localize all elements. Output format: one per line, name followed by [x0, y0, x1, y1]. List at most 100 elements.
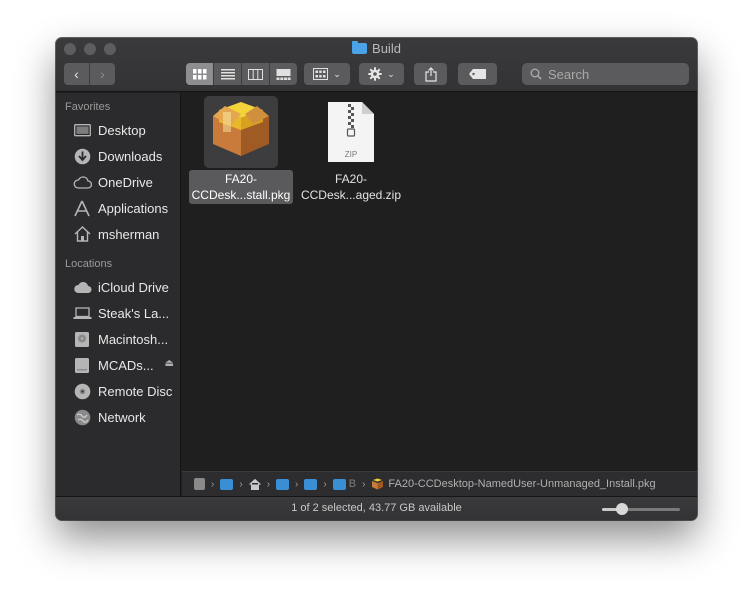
- sidebar-item-msherman[interactable]: msherman: [56, 221, 180, 247]
- desktop-icon: [72, 121, 92, 139]
- file-thumbnail: [204, 96, 278, 168]
- navigation-buttons: ‹ ›: [64, 63, 115, 85]
- search-icon: [530, 68, 542, 80]
- path-separator: ›: [266, 478, 271, 490]
- arrange-icon: [313, 68, 329, 80]
- sidebar-item-label: MCADs...: [98, 357, 154, 373]
- path-file[interactable]: FA20-CCDesktop-NamedUser-Unmanaged_Insta…: [371, 478, 656, 490]
- file-name-label: FA20- CCDesk...aged.zip: [298, 170, 404, 204]
- file-item-pkg[interactable]: FA20- CCDesk...stall.pkg: [186, 96, 296, 204]
- gallery-view-button[interactable]: [270, 63, 297, 85]
- icon-view-button[interactable]: [186, 63, 214, 85]
- path-truncated-label: B: [348, 478, 357, 490]
- sidebar-heading-locations: Locations: [65, 258, 113, 270]
- share-button[interactable]: [414, 63, 447, 85]
- downloads-icon: [72, 147, 92, 165]
- path-folder-build[interactable]: B: [332, 478, 357, 490]
- sidebar: Favorites Desktop Downloads OneDrive App…: [56, 93, 181, 496]
- path-file-label: FA20-CCDesktop-NamedUser-Unmanaged_Insta…: [388, 478, 656, 490]
- sidebar-item-mcads[interactable]: MCADs... ⏏: [56, 352, 180, 378]
- status-text: 1 of 2 selected, 43.77 GB available: [291, 502, 462, 514]
- path-separator: ›: [362, 478, 366, 490]
- path-separator: ›: [211, 478, 215, 490]
- chevron-down-icon: ⌄: [333, 68, 341, 79]
- view-mode-selector: [186, 63, 297, 85]
- chevron-down-icon: ⌄: [387, 68, 395, 79]
- sidebar-item-label: Steak's La...: [98, 305, 170, 321]
- hard-drive-icon: [72, 330, 92, 348]
- group-by-button[interactable]: ⌄: [304, 63, 350, 85]
- gear-icon: [368, 67, 382, 81]
- path-separator: ›: [239, 478, 243, 490]
- file-item-zip[interactable]: ZIP FA20- CCDesk...aged.zip: [296, 96, 406, 204]
- list-view-icon: [220, 68, 235, 79]
- path-disk-icon[interactable]: [194, 478, 205, 490]
- home-icon: [72, 225, 92, 243]
- sidebar-item-label: Macintosh...: [98, 331, 169, 347]
- applications-icon: [72, 199, 92, 217]
- sidebar-heading-favorites: Favorites: [65, 101, 111, 113]
- window-title: Build: [56, 41, 697, 56]
- file-name-line1: FA20-: [334, 172, 367, 186]
- tag-icon: [468, 69, 486, 79]
- zip-file-icon: ZIP: [328, 102, 374, 162]
- window-title-text: Build: [372, 41, 401, 56]
- path-folder-icon[interactable]: [304, 478, 318, 490]
- sidebar-item-label: Applications: [98, 200, 169, 216]
- list-view-button[interactable]: [214, 63, 242, 85]
- icon-view-icon: [192, 68, 206, 79]
- file-name-label: FA20- CCDesk...stall.pkg: [188, 170, 294, 204]
- eject-icon[interactable]: ⏏: [165, 358, 174, 369]
- sidebar-item-icloud-drive[interactable]: iCloud Drive: [56, 274, 180, 300]
- path-folder-icon[interactable]: [276, 478, 290, 490]
- status-bar: 1 of 2 selected, 43.77 GB available: [56, 496, 697, 520]
- sidebar-item-remote-disc[interactable]: Remote Disc: [56, 378, 180, 404]
- disc-icon: [72, 382, 92, 400]
- file-browser-area[interactable]: FA20- CCDesk...stall.pkg ZIP FA20- CCDes…: [182, 93, 697, 471]
- package-icon: [213, 102, 269, 156]
- forward-button[interactable]: ›: [90, 63, 115, 85]
- sidebar-item-label: msherman: [98, 226, 160, 242]
- column-view-button[interactable]: [242, 63, 270, 85]
- file-name-line1: FA20-: [224, 172, 257, 186]
- sidebar-item-label: OneDrive: [98, 174, 153, 190]
- search-field[interactable]: [522, 63, 689, 85]
- sidebar-item-desktop[interactable]: Desktop: [56, 117, 180, 143]
- path-home-icon[interactable]: [248, 478, 261, 490]
- sidebar-item-label: Remote Disc: [98, 383, 173, 399]
- path-bar: › › › › › B › FA20-CCDesktop-NamedUser-U…: [182, 471, 697, 496]
- sidebar-item-label: Downloads: [98, 148, 163, 164]
- sidebar-item-downloads[interactable]: Downloads: [56, 143, 180, 169]
- file-thumbnail: ZIP: [314, 96, 388, 168]
- path-separator: ›: [295, 478, 299, 490]
- cloud-icon: [72, 173, 92, 191]
- sidebar-item-laptop[interactable]: Steak's La...: [56, 300, 180, 326]
- sidebar-item-label: Desktop: [98, 122, 146, 138]
- sidebar-item-label: Network: [98, 409, 146, 425]
- titlebar: Build ‹ › ⌄ ⌄ Search: [56, 38, 697, 92]
- network-icon: [72, 408, 92, 426]
- gallery-view-icon: [276, 68, 291, 80]
- package-icon: [372, 478, 384, 490]
- slider-knob[interactable]: [615, 503, 628, 515]
- back-button[interactable]: ‹: [64, 63, 89, 85]
- action-menu-button[interactable]: ⌄: [359, 63, 404, 85]
- file-name-line2: CCDesk...stall.pkg: [191, 188, 291, 202]
- path-folder-icon[interactable]: [220, 478, 234, 490]
- icon-size-slider[interactable]: [602, 503, 680, 515]
- edit-tags-button[interactable]: [458, 63, 497, 85]
- folder-icon: [352, 41, 368, 54]
- search-input[interactable]: [548, 66, 678, 82]
- zip-badge-label: ZIP: [345, 150, 357, 159]
- sidebar-item-onedrive[interactable]: OneDrive: [56, 169, 180, 195]
- sidebar-item-network[interactable]: Network: [56, 404, 180, 430]
- path-separator: ›: [323, 478, 327, 490]
- sidebar-item-macintosh-hd[interactable]: Macintosh...: [56, 326, 180, 352]
- file-name-line2: CCDesk...aged.zip: [300, 188, 402, 202]
- sidebar-item-label: iCloud Drive: [98, 279, 169, 295]
- finder-window: Build ‹ › ⌄ ⌄ Search Favorites Desktop D…: [56, 38, 697, 520]
- sidebar-item-applications[interactable]: Applications: [56, 195, 180, 221]
- laptop-icon: [72, 304, 92, 322]
- share-icon: [424, 66, 437, 82]
- icloud-icon: [72, 278, 92, 296]
